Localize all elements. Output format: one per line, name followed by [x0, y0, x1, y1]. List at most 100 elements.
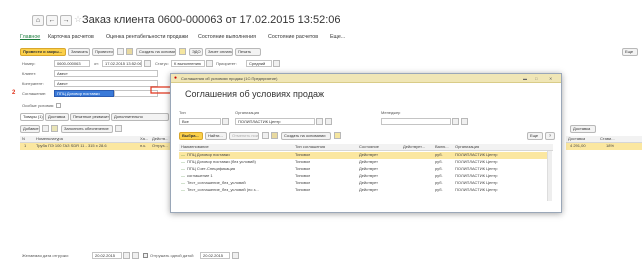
folder-icon[interactable]	[179, 48, 186, 55]
chevron-down-icon[interactable]	[316, 118, 323, 125]
tab-settlement-state[interactable]: Состояние расчетов	[268, 34, 318, 41]
row-organization: ПОЛИПЛАСТИК Центр	[455, 159, 498, 164]
copy-icon[interactable]	[42, 125, 49, 132]
col-currency: Валю...	[435, 144, 449, 149]
status-select[interactable]: К выполнению	[171, 60, 205, 67]
settings-icon[interactable]	[115, 125, 122, 132]
create-based-button[interactable]: Создать на основании	[281, 132, 331, 140]
clear-icon[interactable]	[325, 118, 332, 125]
organization-field[interactable]: ПОЛИПЛАСТИК Центр	[235, 118, 315, 125]
add-button[interactable]: Добавить	[20, 125, 40, 133]
agreement-field[interactable]: ППЦ Договор поставки	[54, 90, 114, 97]
select-button[interactable]: Выбра...	[179, 132, 203, 140]
pick-icon[interactable]	[51, 125, 58, 132]
col-vat: Стави...	[600, 136, 615, 141]
tab-delivery[interactable]: Доставка	[45, 113, 69, 121]
home-button[interactable]: ⌂	[32, 15, 44, 26]
row-currency: руб.	[435, 180, 443, 185]
star-icon[interactable]: ☆	[74, 14, 82, 25]
row-currency: руб.	[435, 159, 443, 164]
agreement-icon: —	[181, 166, 185, 171]
create-based-button[interactable]: Создать на основании	[136, 48, 176, 56]
print-button[interactable]: Печать	[235, 48, 261, 56]
row-currency: руб.	[435, 166, 443, 171]
tab-print-details[interactable]: Печатные реквизиты	[70, 113, 110, 121]
minimize-icon[interactable]: ▬	[523, 76, 527, 81]
post-button[interactable]: Провести	[92, 48, 114, 56]
client-field[interactable]: Авест	[54, 70, 158, 77]
tab-main[interactable]: Главное	[20, 34, 40, 41]
more-button[interactable]: Еще	[622, 48, 638, 56]
row-state: Действует	[359, 166, 378, 171]
chevron-down-icon[interactable]	[452, 118, 459, 125]
credit-payments-button[interactable]: Зачет оплаты	[205, 48, 233, 56]
row-name: ППЦ Счет-Спецификация	[187, 166, 236, 171]
calendar-icon[interactable]	[232, 252, 239, 259]
manager-field[interactable]	[381, 118, 451, 125]
ship-date-field[interactable]: 20.02.2015	[92, 252, 122, 259]
row-name: Тест_соглашение_без_условий (по з...	[187, 187, 259, 192]
edo-button[interactable]: ЭДО	[189, 48, 203, 56]
maximize-icon[interactable]: □	[535, 76, 537, 81]
tab-more[interactable]: Еще...	[330, 34, 345, 41]
dialog-titlebar[interactable]: ● Соглашения об условиях продаж (1С:Пред…	[171, 74, 561, 83]
help-button[interactable]: ?	[545, 132, 555, 140]
row-item: Труба ПЭ 100 ГАЗ SDR 11 - 315 х 28.6	[36, 143, 107, 148]
row-currency: руб.	[435, 152, 443, 157]
single-date-field[interactable]: 20.02.2015	[200, 252, 230, 259]
fill-provision-button[interactable]: Заполнить обеспечение	[61, 125, 113, 133]
row-type: Типовое	[295, 180, 311, 185]
row-type: Типовое	[295, 187, 311, 192]
date-label: от:	[94, 61, 100, 66]
row-state: Действует	[359, 180, 378, 185]
chevron-down-icon[interactable]	[273, 60, 280, 67]
chevron-down-icon[interactable]	[206, 60, 213, 67]
col-char: Ха...	[140, 136, 149, 141]
calendar-icon[interactable]	[144, 60, 151, 67]
priority-select[interactable]: Средний	[246, 60, 272, 67]
counterparty-label: Контрагент:	[22, 81, 44, 86]
app-logo-icon: ●	[174, 75, 178, 81]
save-button[interactable]: Записать	[68, 48, 90, 56]
tab-settlement-card[interactable]: Карточка расчетов	[48, 34, 94, 41]
cancel-search-button[interactable]: Отменить поиск	[229, 132, 259, 140]
chevron-down-icon[interactable]	[222, 118, 229, 125]
forward-button[interactable]: →	[60, 15, 72, 26]
post-and-close-button[interactable]: Провести и закры...	[20, 48, 66, 56]
row-state: Действует	[359, 152, 378, 157]
calendar-icon[interactable]	[132, 252, 139, 259]
scrollbar[interactable]	[547, 151, 552, 201]
type-select[interactable]: Все	[179, 118, 221, 125]
delivery-button[interactable]: Доставка	[570, 125, 596, 133]
special-conditions-checkbox[interactable]	[56, 103, 61, 108]
clear-icon[interactable]	[123, 252, 130, 259]
row-currency: руб.	[435, 187, 443, 192]
more-button[interactable]: Еще	[527, 132, 543, 140]
number-label: Номер:	[22, 61, 36, 66]
tab-additional[interactable]: Дополнительно	[111, 113, 169, 121]
row-n: 1	[24, 143, 27, 148]
row-name: ППЦ Договор поставки (без условий)	[187, 159, 256, 164]
folder-icon[interactable]	[334, 132, 341, 139]
tab-goods[interactable]: Товары (1)	[20, 113, 44, 121]
clear-icon[interactable]	[461, 118, 468, 125]
journal-icon[interactable]	[262, 132, 269, 139]
journal-icon[interactable]	[117, 48, 124, 55]
report-icon[interactable]	[271, 132, 278, 139]
organization-label: Организация	[235, 110, 260, 115]
row-name: соглашение 1	[187, 173, 213, 178]
row-name: ППЦ Договор поставки	[187, 152, 230, 157]
tab-execution-state[interactable]: Состояние выполнения	[198, 34, 256, 41]
counterparty-field[interactable]: Авест	[54, 80, 158, 87]
close-icon[interactable]: ✕	[549, 76, 552, 81]
date-field[interactable]: 17.02.2015 13:52:06	[102, 60, 142, 67]
row-type: Типовое	[295, 159, 311, 164]
row-currency: руб.	[435, 173, 443, 178]
back-button[interactable]: ←	[46, 15, 58, 26]
single-date-checkbox[interactable]	[143, 253, 148, 258]
number-field[interactable]: 0600-000063	[54, 60, 90, 67]
report-icon[interactable]	[126, 48, 133, 55]
find-button[interactable]: Найти...	[205, 132, 227, 140]
tab-profitability[interactable]: Оценка рентабельности продажи	[106, 34, 188, 41]
row-organization: ПОЛИПЛАСТИК Центр	[455, 187, 498, 192]
